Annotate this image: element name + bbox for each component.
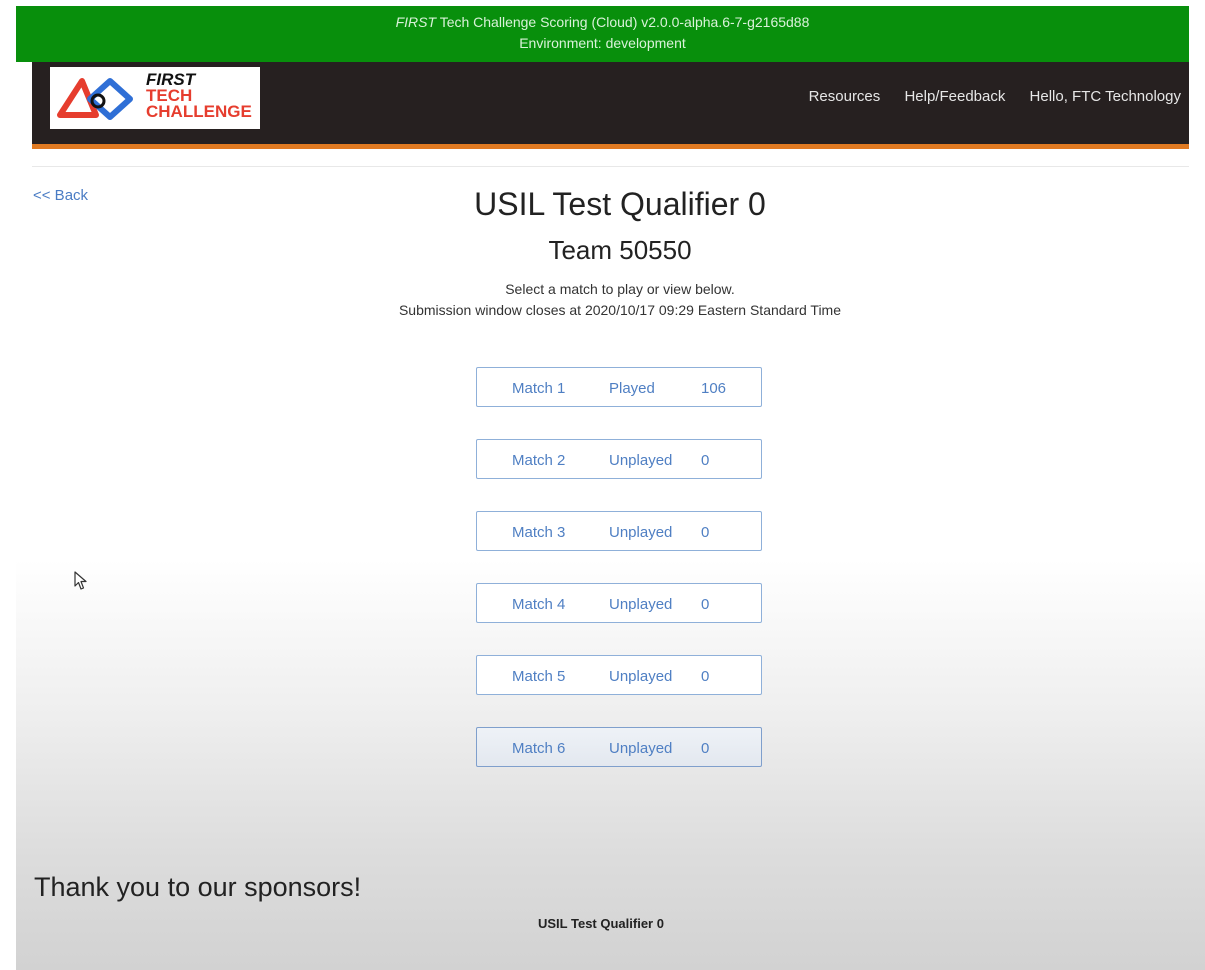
- mouse-pointer-icon: [74, 571, 88, 596]
- match-name: Match 6: [512, 740, 566, 757]
- match-name: Match 3: [512, 524, 566, 541]
- nav-help-feedback[interactable]: Help/Feedback: [904, 88, 1005, 105]
- match-score: 0: [701, 740, 710, 757]
- match-score: 0: [701, 524, 710, 541]
- environment-banner: FIRST Tech Challenge Scoring (Cloud) v2.…: [16, 6, 1189, 62]
- match-button-1[interactable]: Match 1 Played 106: [476, 367, 762, 407]
- match-score: 106: [701, 380, 727, 397]
- navbar-accent-line: [32, 144, 1189, 149]
- match-score: 0: [701, 452, 710, 469]
- submission-window-text: Submission window closes at 2020/10/17 0…: [398, 302, 842, 318]
- match-score: 0: [701, 596, 710, 613]
- nav-user-menu[interactable]: Hello, FTC Technology: [1030, 88, 1181, 105]
- match-button-3[interactable]: Match 3 Unplayed 0: [476, 511, 762, 551]
- match-status: Unplayed: [609, 452, 673, 469]
- match-status: Unplayed: [609, 740, 673, 757]
- match-button-5[interactable]: Match 5 Unplayed 0: [476, 655, 762, 695]
- first-word: FIRST: [395, 14, 437, 30]
- environment-label: Environment: development: [519, 35, 686, 51]
- match-name: Match 1: [512, 380, 566, 397]
- match-status: Played: [609, 380, 655, 397]
- nav-resources[interactable]: Resources: [809, 88, 881, 105]
- footer-event-name: USIL Test Qualifier 0: [538, 916, 664, 931]
- nav-links: Resources Help/Feedback Hello, FTC Techn…: [789, 88, 1181, 105]
- team-title: Team 50550: [548, 235, 692, 265]
- app-title-rest: Tech Challenge Scoring (Cloud) v2.0.0-al…: [436, 14, 810, 30]
- match-name: Match 2: [512, 452, 566, 469]
- match-status: Unplayed: [609, 596, 673, 613]
- app-version-title: FIRST Tech Challenge Scoring (Cloud) v2.…: [16, 12, 1189, 33]
- match-status: Unplayed: [609, 524, 673, 541]
- logo-challenge: CHALLENGE: [146, 102, 252, 121]
- match-name: Match 5: [512, 668, 566, 685]
- content-divider: [32, 166, 1189, 167]
- match-status: Unplayed: [609, 668, 673, 685]
- instructions: Select a match to play or view below. Su…: [0, 279, 1205, 321]
- match-name: Match 4: [512, 596, 566, 613]
- match-score: 0: [701, 668, 710, 685]
- event-title: USIL Test Qualifier 0: [474, 186, 766, 222]
- sponsors-heading: Thank you to our sponsors!: [34, 872, 362, 902]
- match-button-6[interactable]: Match 6 Unplayed 0: [476, 727, 762, 767]
- match-button-4[interactable]: Match 4 Unplayed 0: [476, 583, 762, 623]
- navbar: FIRST TECH CHALLENGE Resources Help/Feed…: [32, 62, 1189, 144]
- match-button-2[interactable]: Match 2 Unplayed 0: [476, 439, 762, 479]
- instructions-line-1: Select a match to play or view below.: [505, 281, 735, 297]
- ftc-logo-icon: [57, 78, 133, 120]
- ftc-logo[interactable]: FIRST TECH CHALLENGE: [50, 67, 260, 129]
- logo-wordmark: FIRST TECH CHALLENGE: [146, 71, 252, 121]
